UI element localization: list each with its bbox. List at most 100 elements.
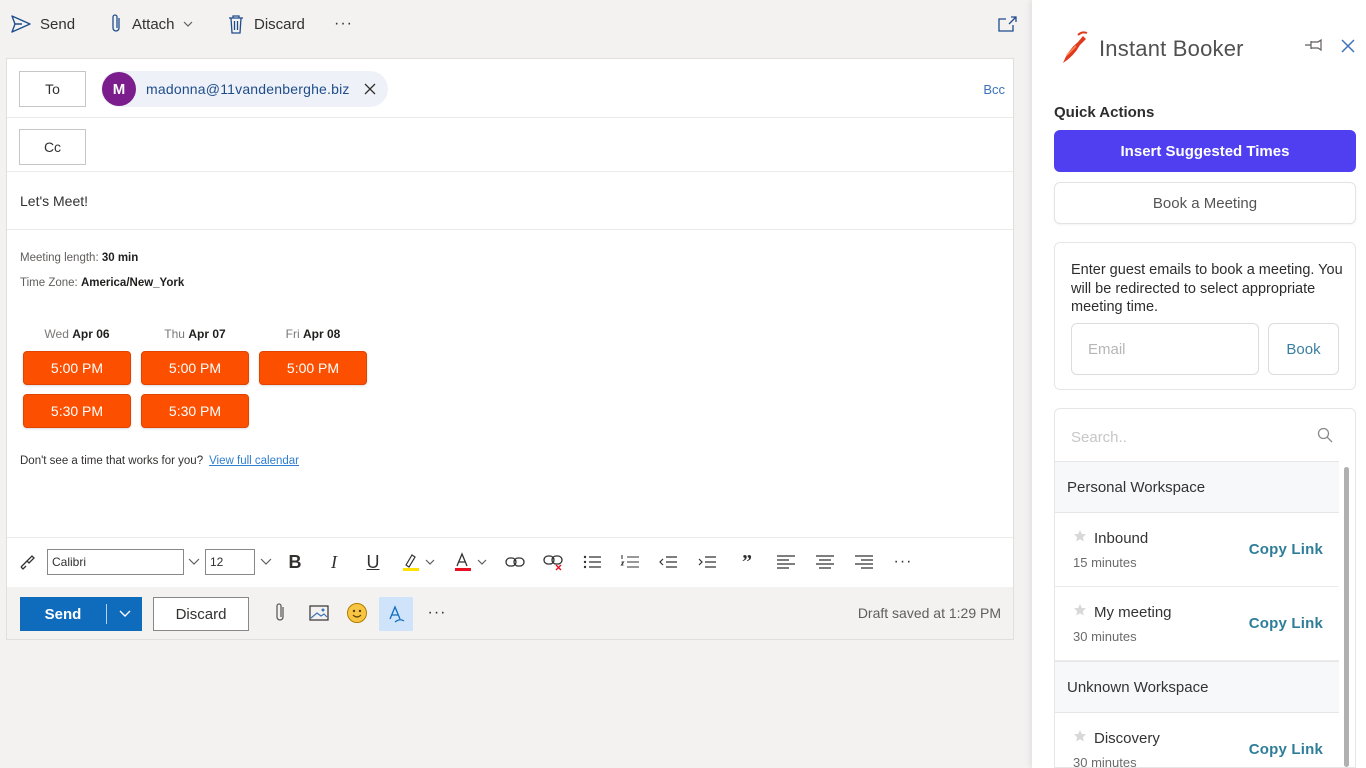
format-toolbar: Calibri 12 B I U ” ··· xyxy=(7,537,1013,585)
send-bar: Send Discard ··· Draft saved at 1:29 PM xyxy=(7,587,1013,639)
star-icon[interactable] xyxy=(1073,729,1087,748)
book-button[interactable]: Book xyxy=(1268,323,1339,375)
search-icon[interactable] xyxy=(1317,427,1333,448)
discard-toolbar-button[interactable]: Discard xyxy=(226,12,305,36)
star-icon[interactable] xyxy=(1073,603,1087,622)
insert-picture-icon[interactable] xyxy=(307,601,331,625)
paperclip-icon[interactable] xyxy=(269,601,291,625)
workspace-header: Personal Workspace xyxy=(1055,461,1339,513)
bcc-link[interactable]: Bcc xyxy=(983,82,1005,97)
chevron-down-icon[interactable] xyxy=(259,550,273,574)
bold-icon[interactable]: B xyxy=(284,550,306,574)
event-name: Discovery xyxy=(1094,730,1160,747)
increase-indent-icon[interactable] xyxy=(696,550,718,574)
send-button-label: Send xyxy=(44,605,82,623)
event-types-list: Personal Workspace Inbound 15 minutes Co… xyxy=(1054,408,1356,768)
remove-recipient-icon[interactable] xyxy=(364,83,376,95)
event-name: Inbound xyxy=(1094,530,1149,547)
send-button[interactable]: Send xyxy=(20,597,142,631)
more-options-button[interactable]: ··· xyxy=(334,12,353,36)
format-painter-icon[interactable] xyxy=(17,550,39,574)
guest-email-input[interactable] xyxy=(1071,323,1259,375)
time-slot-button[interactable]: 5:00 PM xyxy=(141,351,249,385)
cc-button[interactable]: Cc xyxy=(19,129,86,165)
italic-icon[interactable]: I xyxy=(323,550,345,574)
compose-pane: To M madonna@11vandenberghe.biz Bcc Cc L… xyxy=(6,58,1014,640)
day-date: Apr 06 xyxy=(72,327,110,341)
search-input[interactable] xyxy=(1071,426,1311,448)
pop-out-icon xyxy=(996,16,1018,38)
instant-booker-logo-icon xyxy=(1058,30,1092,71)
guest-instructions: Enter guest emails to book a meeting. Yo… xyxy=(1071,262,1343,315)
pop-out-button[interactable] xyxy=(996,14,1018,39)
close-icon[interactable] xyxy=(1340,38,1356,59)
pin-icon[interactable] xyxy=(1304,38,1324,57)
align-left-icon[interactable] xyxy=(775,550,797,574)
list-item: My meeting 30 minutes Copy Link xyxy=(1055,587,1339,661)
numbered-list-icon[interactable] xyxy=(619,550,641,574)
quick-actions-heading: Quick Actions xyxy=(1054,104,1155,121)
time-slot-button[interactable]: 5:00 PM xyxy=(23,351,131,385)
send-toolbar-button[interactable]: Send xyxy=(10,12,75,36)
avatar: M xyxy=(102,72,136,106)
copy-link-button[interactable]: Copy Link xyxy=(1249,615,1323,632)
send-toolbar-label: Send xyxy=(40,15,76,33)
decrease-indent-icon[interactable] xyxy=(657,550,679,574)
font-family-select[interactable]: Calibri xyxy=(47,549,184,575)
underline-icon[interactable]: U xyxy=(362,550,384,574)
chevron-down-icon[interactable] xyxy=(187,550,201,574)
divider xyxy=(7,171,1013,172)
quote-icon[interactable]: ” xyxy=(737,550,757,574)
time-slot-button[interactable]: 5:30 PM xyxy=(23,394,131,428)
book-a-meeting-button[interactable]: Book a Meeting xyxy=(1054,182,1356,224)
star-icon[interactable] xyxy=(1073,529,1087,548)
no-time-text: Don't see a time that works for you? xyxy=(20,455,204,467)
event-name: My meeting xyxy=(1094,604,1172,621)
meeting-length: Meeting length: 30 min xyxy=(20,252,138,264)
highlight-icon[interactable] xyxy=(399,550,439,574)
font-size-select[interactable]: 12 xyxy=(205,549,255,575)
copy-link-button[interactable]: Copy Link xyxy=(1249,741,1323,758)
discard-toolbar-label: Discard xyxy=(254,15,305,33)
day-header: Wed Apr 06 xyxy=(23,327,131,341)
command-bar: Send Attach Discard ··· xyxy=(0,0,1032,48)
event-duration: 15 minutes xyxy=(1073,555,1137,570)
divider xyxy=(106,604,107,624)
guest-email-card: Enter guest emails to book a meeting. Yo… xyxy=(1054,242,1356,390)
chevron-down-icon xyxy=(183,20,193,28)
day-weekday: Wed xyxy=(44,327,69,341)
bullet-list-icon[interactable] xyxy=(581,550,603,574)
unlink-icon[interactable] xyxy=(541,550,565,574)
align-right-icon[interactable] xyxy=(853,550,875,574)
meeting-length-label: Meeting length: xyxy=(20,252,99,264)
more-options-icon[interactable]: ··· xyxy=(425,601,449,625)
no-time-message: Don't see a time that works for you? View… xyxy=(20,455,299,467)
event-duration: 30 minutes xyxy=(1073,629,1137,644)
view-full-calendar-link[interactable]: View full calendar xyxy=(209,455,299,467)
list-item: Inbound 15 minutes Copy Link xyxy=(1055,513,1339,587)
editor-icon[interactable] xyxy=(379,597,413,631)
time-slot-button[interactable]: 5:30 PM xyxy=(141,394,249,428)
align-center-icon[interactable] xyxy=(814,550,836,574)
event-duration: 30 minutes xyxy=(1073,755,1137,768)
recipient-chip[interactable]: M madonna@11vandenberghe.biz xyxy=(101,71,388,107)
emoji-icon[interactable] xyxy=(345,601,369,625)
day-date: Apr 08 xyxy=(302,327,341,341)
copy-link-button[interactable]: Copy Link xyxy=(1249,541,1323,558)
scrollbar[interactable] xyxy=(1344,467,1349,767)
attach-toolbar-button[interactable]: Attach xyxy=(108,12,193,36)
subject-field[interactable]: Let's Meet! xyxy=(20,193,88,209)
more-formatting-icon[interactable]: ··· xyxy=(891,550,915,574)
chevron-down-icon[interactable] xyxy=(107,610,142,618)
link-icon[interactable] xyxy=(503,550,527,574)
day-date: Apr 07 xyxy=(188,327,226,341)
list-item: Discovery 30 minutes Copy Link xyxy=(1055,713,1339,768)
to-button[interactable]: To xyxy=(19,71,86,107)
discard-button[interactable]: Discard xyxy=(153,597,249,631)
font-color-icon[interactable] xyxy=(451,550,491,574)
time-slot-button[interactable]: 5:00 PM xyxy=(259,351,367,385)
instant-booker-panel: Instant Booker Quick Actions Insert Sugg… xyxy=(1032,0,1366,768)
insert-suggested-times-button[interactable]: Insert Suggested Times xyxy=(1054,130,1356,172)
meeting-length-value: 30 min xyxy=(101,252,139,264)
day-header: Thu Apr 07 xyxy=(141,327,249,341)
